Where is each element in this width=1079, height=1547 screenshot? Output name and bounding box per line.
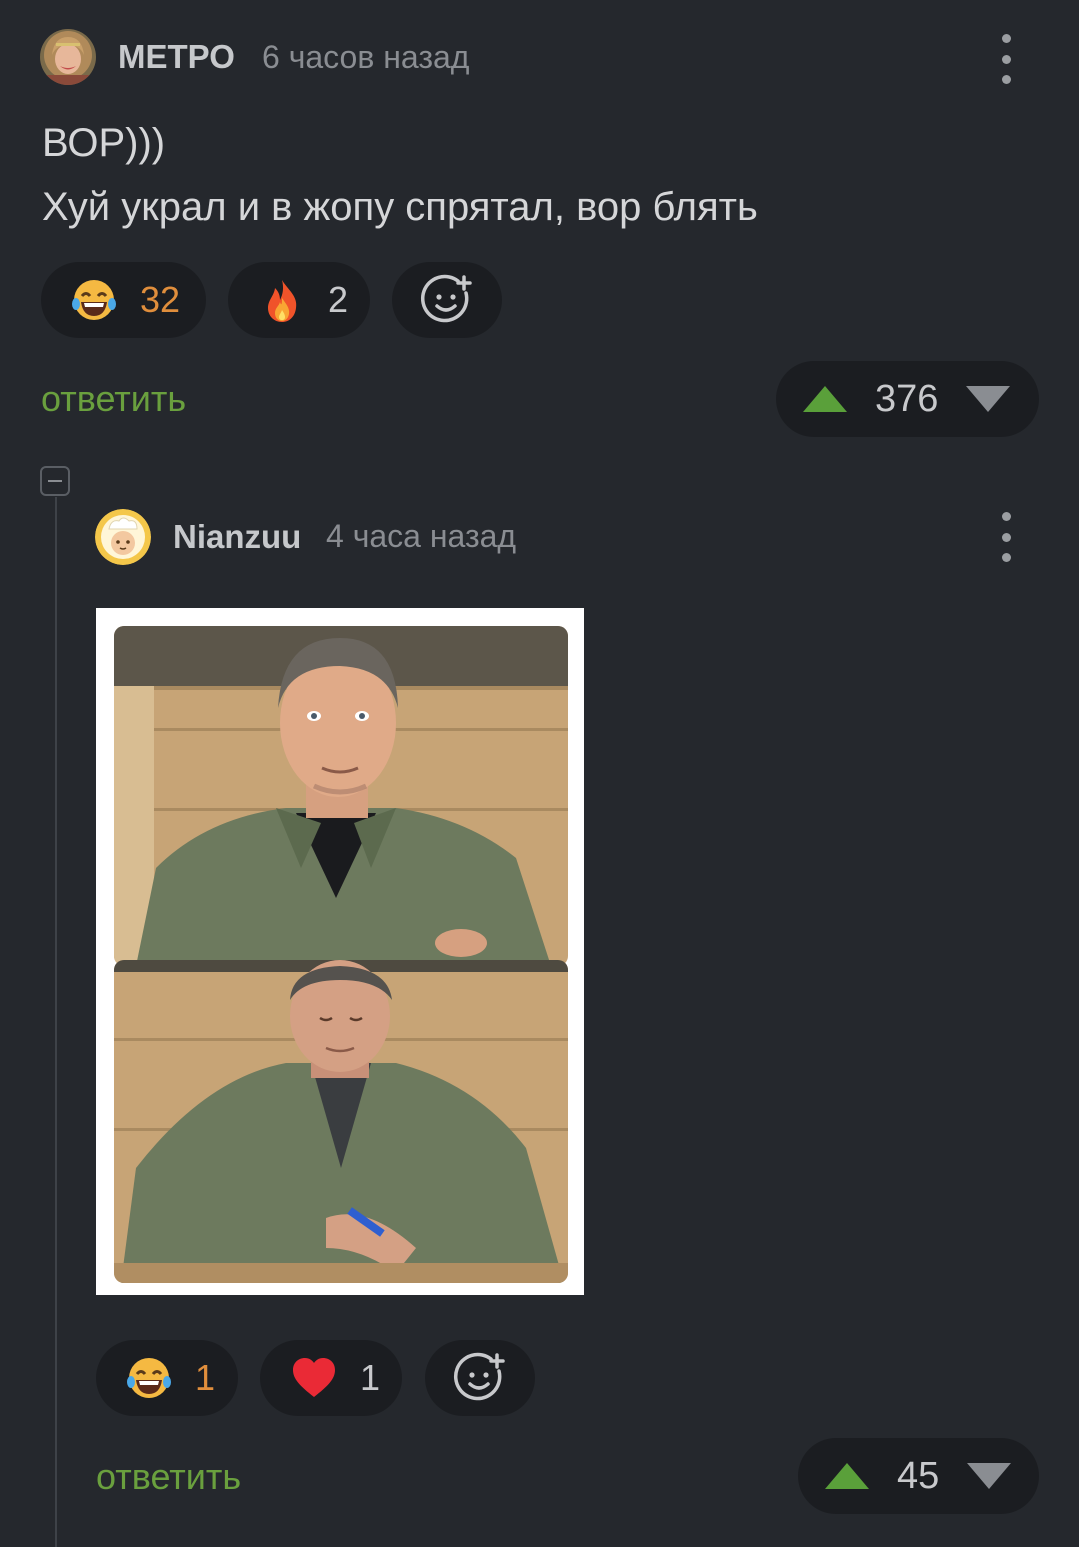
reply-button[interactable]: ответить (41, 378, 186, 420)
reaction-laugh[interactable]: 1 (96, 1340, 238, 1416)
add-reaction-button[interactable] (425, 1340, 535, 1416)
upvote-icon[interactable] (823, 1461, 871, 1491)
add-reaction-button[interactable] (392, 262, 502, 338)
user-avatar[interactable] (95, 509, 151, 565)
reaction-fire[interactable]: 2 (228, 262, 370, 338)
add-reaction-icon (453, 1352, 505, 1401)
reaction-heart[interactable]: 1 (260, 1340, 402, 1416)
laughing-tears-emoji (127, 1358, 171, 1398)
minus-icon (48, 480, 62, 482)
comment-text-line: Хуй украл и в жопу спрятал, вор блять (42, 185, 758, 229)
reaction-count: 1 (195, 1357, 216, 1398)
comment-image[interactable] (96, 608, 584, 1295)
reply-button[interactable]: ответить (96, 1456, 241, 1498)
reaction-count: 1 (360, 1357, 381, 1398)
reaction-count: 2 (328, 279, 349, 320)
downvote-icon[interactable] (964, 384, 1012, 414)
laughing-tears-emoji (72, 280, 116, 320)
comment-author[interactable]: Nianzuu (173, 518, 301, 556)
fire-emoji (268, 280, 297, 322)
red-heart-emoji (293, 1358, 335, 1397)
more-options-icon[interactable] (991, 512, 1021, 562)
thread-line (55, 497, 57, 1547)
comment-rating: 376 (875, 377, 939, 420)
upvote-icon[interactable] (801, 384, 849, 414)
downvote-icon[interactable] (965, 1461, 1013, 1491)
user-avatar[interactable] (40, 29, 96, 85)
comment-author[interactable]: МЕТРО (118, 38, 235, 76)
comment-text-line: ВОР))) (42, 121, 166, 165)
vote-bar: 376 (776, 361, 1039, 437)
more-options-icon[interactable] (991, 34, 1021, 84)
reaction-count: 32 (140, 279, 181, 320)
comment-time: 4 часа назад (326, 518, 517, 554)
collapse-thread-button[interactable] (40, 466, 70, 496)
comment-time: 6 часов назад (262, 39, 470, 75)
reaction-laugh[interactable]: 32 (41, 262, 206, 338)
add-reaction-icon (420, 274, 472, 323)
comments-thread: МЕТРО 6 часов назад ВОР))) Хуй украл и в… (0, 0, 1079, 1547)
comment-rating: 45 (897, 1454, 940, 1497)
vote-bar: 45 (798, 1438, 1039, 1514)
